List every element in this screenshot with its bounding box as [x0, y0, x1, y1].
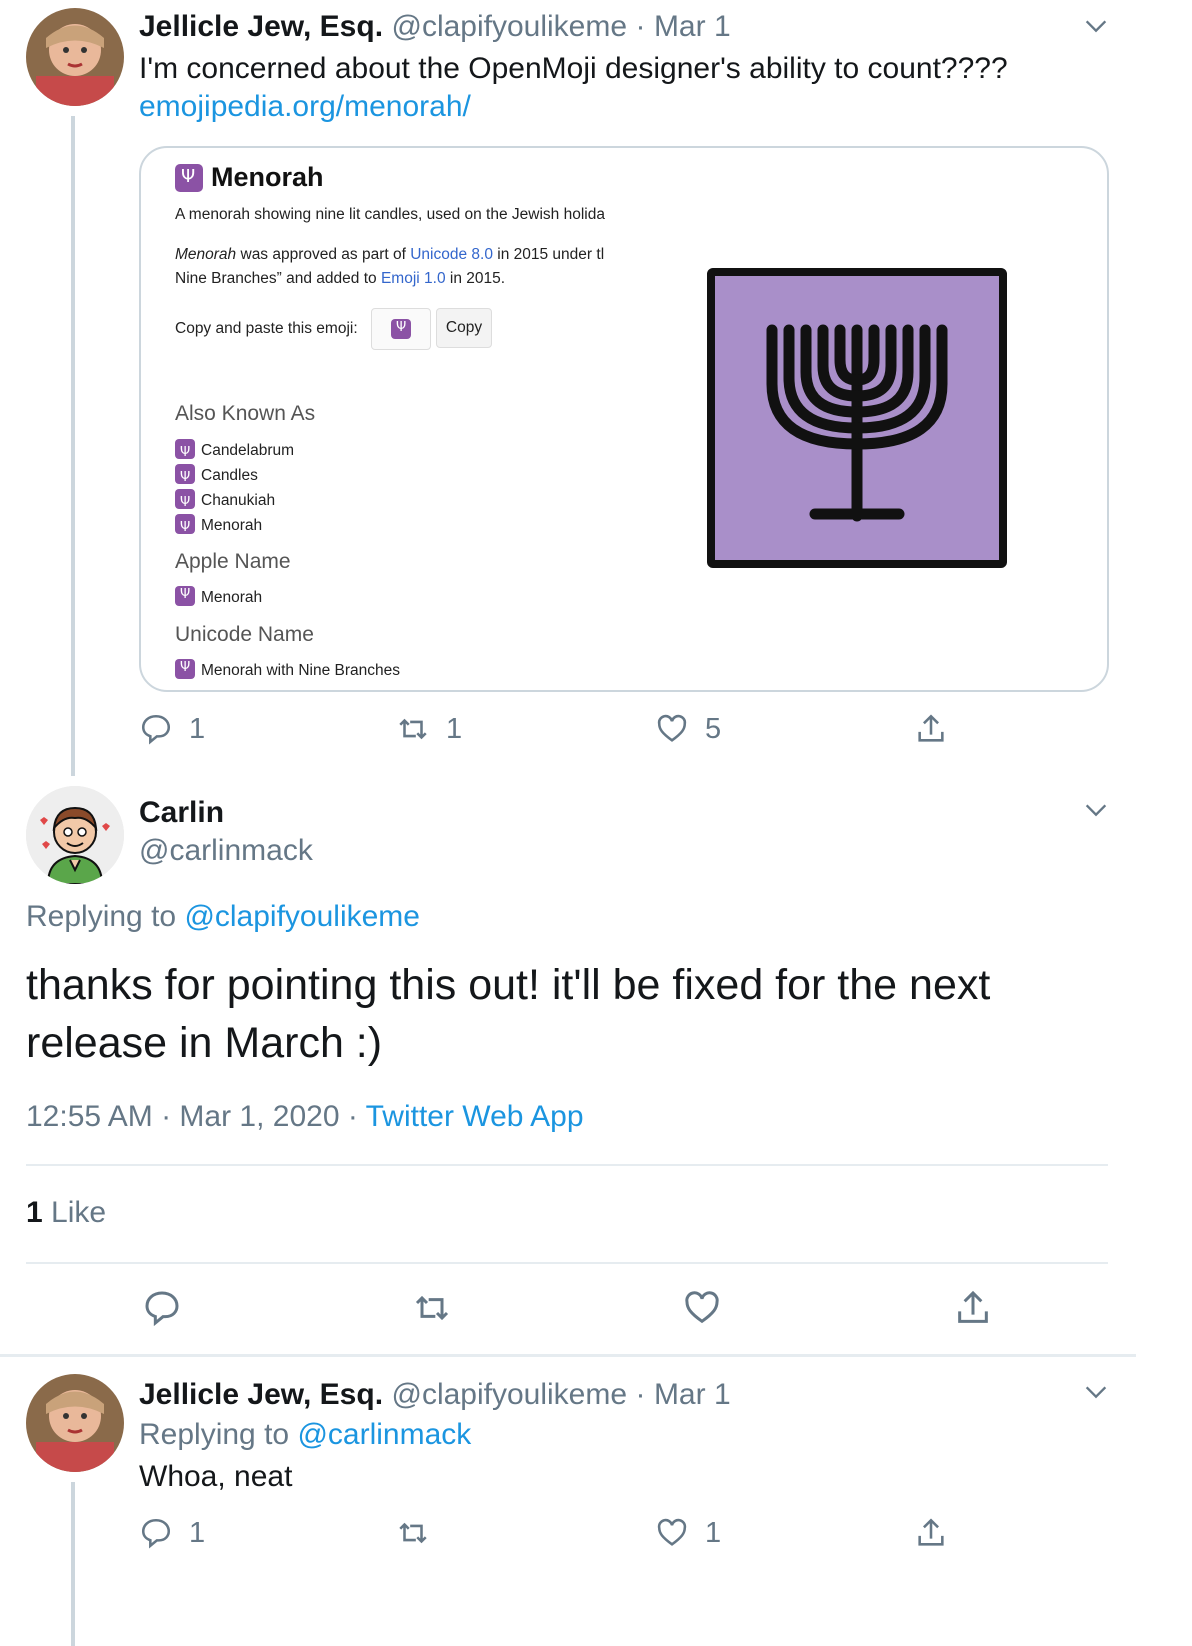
user-handle[interactable]: @carlinmack: [139, 834, 313, 868]
like-button[interactable]: 1: [655, 1516, 721, 1550]
like-icon: [685, 1291, 719, 1324]
copy-button[interactable]: Copy: [436, 308, 492, 348]
tweet-source[interactable]: Twitter Web App: [366, 1100, 584, 1133]
likes-count[interactable]: 1 Like: [26, 1196, 106, 1230]
chevron-down-icon[interactable]: [1082, 12, 1110, 40]
menorah-emoji-icon: [175, 464, 195, 490]
divider: [0, 1354, 1136, 1357]
reply-button[interactable]: 1: [139, 1516, 205, 1550]
menorah-emoji-icon: [175, 489, 195, 515]
tweet3-header: Jellicle Jew, Esq. @clapifyoulikeme · Ma…: [139, 1378, 731, 1412]
tweet-date[interactable]: Mar 1: [654, 1378, 731, 1411]
reply-icon: [141, 714, 171, 745]
like-button[interactable]: 5: [655, 712, 721, 746]
replying-to-handle[interactable]: @carlinmack: [297, 1418, 471, 1451]
avatar-carlin[interactable]: [26, 786, 124, 884]
tweet-date[interactable]: Mar 1: [654, 10, 731, 43]
apple-name-value: Menorah: [175, 586, 262, 607]
menorah-emoji-icon: [391, 319, 411, 339]
divider: [26, 1164, 1108, 1166]
menorah-emoji-icon: Ψ: [175, 163, 203, 192]
reply-button[interactable]: [142, 1288, 198, 1328]
menorah-emoji-icon: [175, 659, 195, 679]
share-icon: [958, 1290, 988, 1323]
thread-line: [71, 116, 75, 776]
like-icon: [657, 1518, 687, 1546]
display-name[interactable]: Jellicle Jew, Esq.: [139, 1378, 383, 1411]
avatar-jellicle[interactable]: [26, 8, 124, 106]
apple-name-heading: Apple Name: [175, 550, 291, 573]
aka-list: Candelabrum Candles Chanukiah Menorah: [175, 438, 294, 540]
thread-line: [71, 1482, 75, 1646]
reply-button[interactable]: 1: [139, 712, 205, 746]
display-name[interactable]: Carlin: [139, 796, 224, 830]
retweet-button[interactable]: [412, 1288, 468, 1328]
menorah-emoji-icon: [175, 586, 195, 606]
reply-icon: [145, 1291, 179, 1327]
user-handle[interactable]: @clapifyoulikeme: [391, 1378, 627, 1411]
retweet-button[interactable]: 1: [396, 712, 462, 746]
aka-item[interactable]: Chanukiah: [175, 488, 294, 515]
retweet-icon: [415, 1295, 449, 1321]
retweet-button[interactable]: [396, 1516, 446, 1550]
card-approved-line: Menorah was approved as part of Unicode …: [175, 246, 605, 263]
replying-to: Replying to @carlinmack: [139, 1418, 472, 1451]
copy-paste-label: Copy and paste this emoji:: [175, 320, 358, 337]
aka-heading: Also Known As: [175, 402, 316, 425]
retweet-icon: [399, 718, 427, 740]
like-icon: [657, 714, 687, 742]
share-icon: [918, 1518, 944, 1546]
display-name[interactable]: Jellicle Jew, Esq.: [139, 10, 383, 43]
card-nine-branches-line: Nine Branches” and added to Emoji 1.0 in…: [175, 270, 506, 287]
aka-item[interactable]: Menorah: [175, 513, 294, 540]
aka-item[interactable]: Candles: [175, 463, 294, 490]
card-description: A menorah showing nine lit candles, used…: [175, 206, 605, 223]
unicode-name-heading: Unicode Name: [175, 623, 314, 646]
emoji-copy-box[interactable]: [371, 308, 431, 350]
like-button[interactable]: [682, 1288, 738, 1328]
share-button[interactable]: [914, 712, 964, 746]
tweet-text: I'm concerned about the OpenMoji designe…: [139, 52, 1008, 85]
replying-to-handle[interactable]: @clapifyoulikeme: [184, 900, 420, 933]
main-tweet-text: thanks for pointing this out! it'll be f…: [26, 961, 991, 1067]
separator-dot: ·: [635, 1378, 646, 1411]
user-handle[interactable]: @clapifyoulikeme: [391, 10, 627, 43]
retweet-icon: [399, 1522, 427, 1544]
card-title: Ψ Menorah: [175, 162, 324, 193]
share-icon: [918, 714, 944, 742]
replying-to: Replying to @clapifyoulikeme: [26, 900, 420, 933]
menorah-emoji-icon: [175, 514, 195, 540]
separator-dot: ·: [635, 10, 646, 43]
menorah-emoji-icon: [175, 439, 195, 465]
tweet-text: Whoa, neat: [139, 1460, 293, 1493]
link-preview-card[interactable]: Ψ Menorah A menorah showing nine lit can…: [139, 146, 1109, 692]
tweet-timestamp: 12:55 AM · Mar 1, 2020 · Twitter Web App: [26, 1100, 584, 1133]
chevron-down-icon[interactable]: [1082, 1378, 1110, 1406]
divider: [26, 1262, 1108, 1264]
unicode-name-value: Menorah with Nine Branches: [175, 659, 400, 680]
tweet1-header: Jellicle Jew, Esq. @clapifyoulikeme · Ma…: [139, 10, 731, 44]
tweet-link[interactable]: emojipedia.org/menorah/: [139, 90, 471, 124]
aka-item[interactable]: Candelabrum: [175, 438, 294, 465]
avatar-jellicle[interactable]: [26, 1374, 124, 1472]
menorah-emoji-large-icon: [707, 268, 1007, 568]
share-button[interactable]: [953, 1288, 1009, 1328]
chevron-down-icon[interactable]: [1082, 796, 1110, 824]
share-button[interactable]: [914, 1516, 964, 1550]
reply-icon: [141, 1518, 171, 1549]
